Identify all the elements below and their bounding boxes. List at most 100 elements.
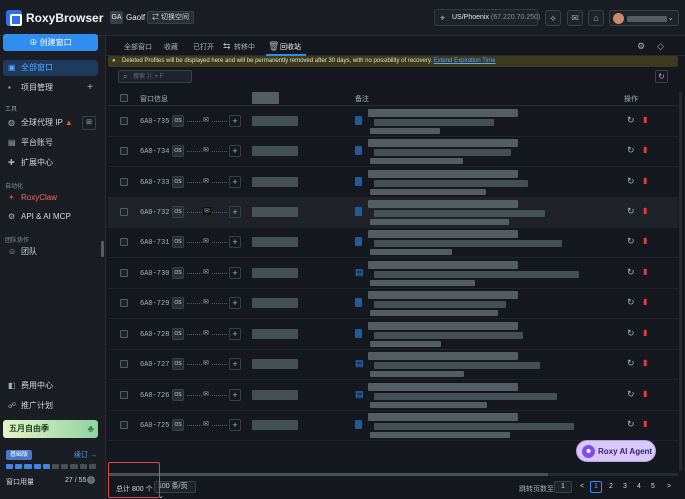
note-marker-icon[interactable] — [355, 207, 362, 216]
search-input[interactable] — [133, 72, 189, 82]
sidebar-item-team[interactable]: ☺ 团队 — [3, 244, 98, 260]
table-row[interactable]: 6A0-732 OS ✉ + ↻ ▮ — [108, 198, 678, 228]
horizontal-scrollbar[interactable] — [108, 473, 678, 476]
create-window-button[interactable]: ⊕ 创建窗口 — [3, 34, 98, 51]
sidebar-item-all-windows[interactable]: ▣ 全部窗口 — [3, 60, 98, 76]
lock-icon[interactable]: ⌂ — [588, 10, 604, 26]
row-checkbox[interactable] — [120, 208, 128, 216]
user-menu[interactable]: ⌄ — [609, 10, 679, 26]
workspace-badge[interactable]: GA — [110, 11, 123, 24]
next-page-button[interactable]: > — [663, 481, 675, 493]
note-marker-icon[interactable] — [355, 329, 362, 338]
table-row[interactable]: 6A0-734 OS ✉ + ↻ ▮ — [108, 137, 678, 167]
page-3-button[interactable]: 3 — [619, 481, 631, 493]
row-checkbox[interactable] — [120, 269, 128, 277]
table-row[interactable]: 6A0-726 OS ✉ + ▤ ↻ ▮ — [108, 381, 678, 411]
table-row[interactable]: 6A0-735 OS ✉ + ↻ ▮ — [108, 107, 678, 137]
mail-icon[interactable]: ✉ — [203, 146, 209, 154]
add-icon[interactable]: + — [229, 358, 241, 370]
row-checkbox[interactable] — [120, 299, 128, 307]
refresh-icon[interactable]: ↻ — [655, 70, 668, 83]
note-marker-icon[interactable] — [355, 177, 362, 186]
table-row[interactable]: 6A0-725 OS ✉ + ↻ ▮ — [108, 411, 678, 441]
note-marker-icon[interactable] — [355, 420, 362, 429]
mail-icon[interactable]: ✉ — [203, 177, 209, 185]
row-checkbox[interactable] — [120, 147, 128, 155]
sidebar-scrollbar[interactable] — [101, 241, 104, 257]
sidebar-item-global-proxy[interactable]: ◍ 全球代理 IP ▲ ⊞ — [3, 115, 98, 131]
mail-icon[interactable]: ✉ — [203, 359, 209, 367]
sidebar-item-billing[interactable]: ◧ 费用中心 — [3, 378, 98, 394]
mail-icon[interactable]: ✉ — [203, 329, 209, 337]
note-document-icon[interactable]: ▤ — [355, 267, 364, 278]
delete-icon[interactable]: ▮ — [643, 206, 647, 215]
row-checkbox[interactable] — [120, 391, 128, 399]
page-1-button[interactable]: 1 — [590, 481, 602, 493]
renew-link[interactable]: 续订 → — [74, 450, 97, 460]
page-4-button[interactable]: 4 — [633, 481, 645, 493]
location-selector[interactable]: ⌖ US/Phoenix (67.220.70.250) — [434, 9, 540, 26]
delete-icon[interactable]: ▮ — [643, 419, 647, 428]
promo-banner[interactable]: 五月自由季 ♣ — [3, 420, 98, 438]
vertical-scrollbar[interactable] — [679, 92, 682, 470]
sidebar-item-project-mgmt[interactable]: ▪ 项目管理 + — [3, 80, 98, 96]
restore-icon[interactable]: ↻ — [627, 419, 635, 430]
note-marker-icon[interactable] — [355, 116, 362, 125]
add-icon[interactable]: + — [229, 236, 241, 248]
prev-page-button[interactable]: < — [576, 481, 588, 493]
row-checkbox[interactable] — [120, 360, 128, 368]
add-icon[interactable]: + — [229, 419, 241, 431]
delete-icon[interactable]: ▮ — [643, 236, 647, 245]
restore-icon[interactable]: ↻ — [627, 297, 635, 308]
page-5-button[interactable]: 5 — [647, 481, 659, 493]
sidebar-item-platform-accounts[interactable]: ▤ 平台账号 — [3, 135, 98, 151]
tag-icon[interactable]: ◇ — [657, 41, 664, 52]
table-row[interactable]: 6A0-727 OS ✉ + ▤ ↻ ▮ — [108, 350, 678, 380]
add-icon[interactable]: + — [229, 267, 241, 279]
sidebar-item-extensions[interactable]: ✚ 扩展中心 — [3, 155, 98, 171]
add-project-icon[interactable]: + — [87, 80, 93, 96]
settings-icon[interactable]: ⚙ — [637, 41, 645, 52]
restore-icon[interactable]: ↻ — [627, 267, 635, 278]
note-marker-icon[interactable] — [355, 146, 362, 155]
delete-icon[interactable]: ▮ — [643, 358, 647, 367]
add-icon[interactable]: + — [229, 115, 241, 127]
restore-icon[interactable]: ↻ — [627, 328, 635, 339]
sync-icon[interactable]: ⟡ — [545, 10, 561, 26]
mail-icon[interactable]: ✉ — [203, 390, 209, 398]
delete-icon[interactable]: ▮ — [643, 297, 647, 306]
row-checkbox[interactable] — [120, 330, 128, 338]
delete-icon[interactable]: ▮ — [643, 115, 647, 124]
tab-all-windows[interactable]: 全部窗口 — [124, 42, 152, 52]
note-marker-icon[interactable] — [355, 298, 362, 307]
table-row[interactable]: 6A0-730 OS ✉ + ▤ ↻ ▮ — [108, 259, 678, 289]
page-size-select[interactable]: 100 条/页 ⌄ — [154, 481, 196, 499]
delete-icon[interactable]: ▮ — [643, 267, 647, 276]
tab-transferring[interactable]: 转移中 — [234, 42, 255, 52]
delete-icon[interactable]: ▮ — [643, 176, 647, 185]
restore-icon[interactable]: ↻ — [627, 206, 635, 217]
jump-page-input[interactable]: 1 — [554, 481, 572, 493]
table-row[interactable]: 6A0-731 OS ✉ + ↻ ▮ — [108, 228, 678, 258]
add-icon[interactable]: + — [229, 206, 241, 218]
sidebar-item-referral[interactable]: ☍ 推广计划 — [3, 398, 98, 414]
row-checkbox[interactable] — [120, 238, 128, 246]
note-document-icon[interactable]: ▤ — [355, 358, 364, 369]
restore-icon[interactable]: ↻ — [627, 115, 635, 126]
row-checkbox[interactable] — [120, 117, 128, 125]
add-icon[interactable]: + — [229, 297, 241, 309]
mail-icon[interactable]: ✉ — [203, 237, 209, 245]
add-icon[interactable]: + — [229, 389, 241, 401]
info-icon[interactable]: i — [87, 476, 95, 484]
page-2-button[interactable]: 2 — [605, 481, 617, 493]
select-all-checkbox[interactable] — [120, 94, 128, 102]
mail-icon[interactable]: ✉ — [203, 268, 209, 276]
search-box[interactable]: ⌕ — [118, 70, 192, 83]
mail-icon[interactable]: ✉ — [203, 207, 211, 215]
sidebar-item-roxyclaw[interactable]: ✦ RoxyClaw — [3, 190, 98, 206]
mail-icon[interactable]: ✉ — [203, 420, 209, 428]
row-checkbox[interactable] — [120, 178, 128, 186]
table-row[interactable]: 6A0-733 OS ✉ + ↻ ▮ — [108, 168, 678, 198]
mail-icon[interactable]: ✉ — [203, 298, 209, 306]
restore-icon[interactable]: ↻ — [627, 358, 635, 369]
